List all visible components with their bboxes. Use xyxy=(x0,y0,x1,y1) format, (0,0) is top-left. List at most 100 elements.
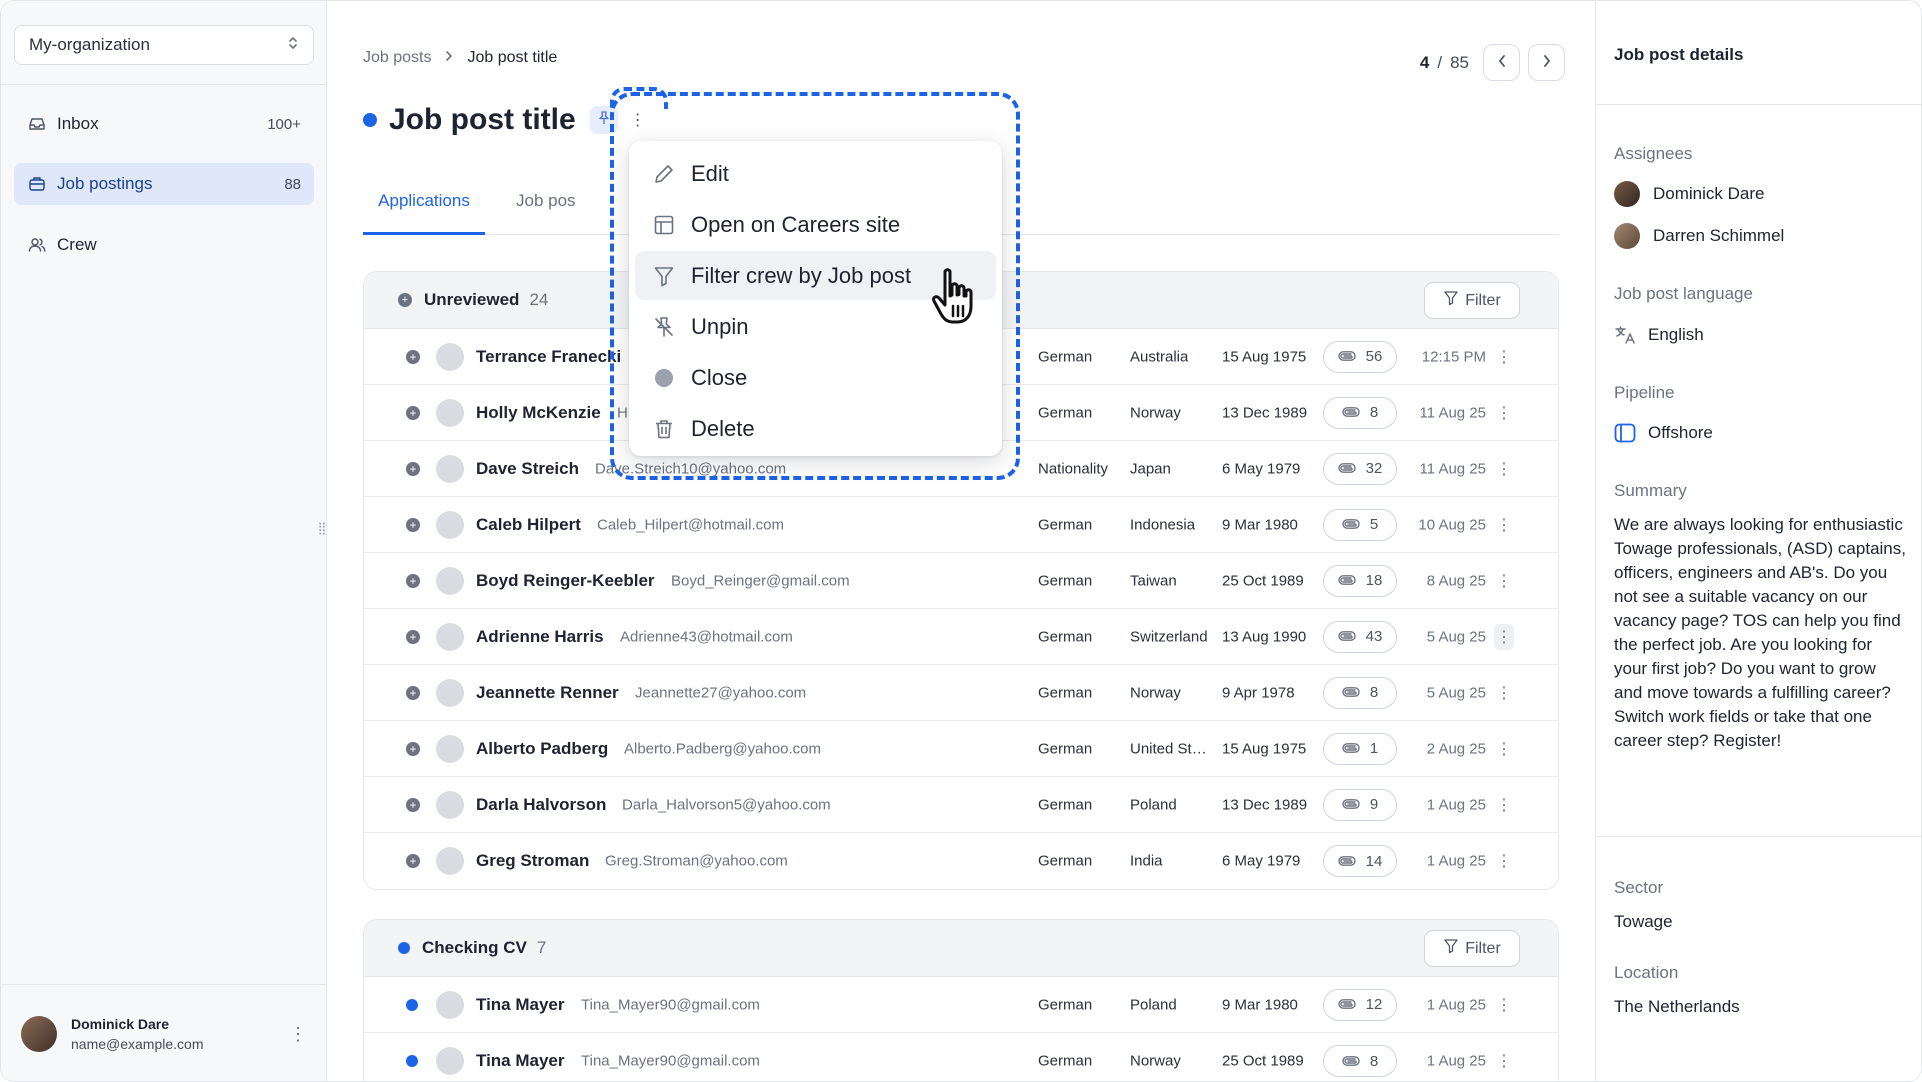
sidebar-item-crew[interactable]: Crew xyxy=(14,224,314,266)
candidate-birthdate: 13 Dec 1989 xyxy=(1222,404,1308,421)
row-menu-icon[interactable]: ⋮ xyxy=(1494,848,1514,874)
candidate-email: Greg.Stroman@yahoo.com xyxy=(605,852,788,870)
candidate-email: Adrienne43@hotmail.com xyxy=(620,628,793,645)
plus-circle-icon[interactable]: + xyxy=(406,517,420,532)
next-button[interactable] xyxy=(1528,44,1565,81)
table-row[interactable]: + Alberto Padberg Alberto.Padberg@yahoo.… xyxy=(364,721,1558,777)
breadcrumb-job-posts[interactable]: Job posts xyxy=(363,49,431,67)
row-menu-icon[interactable]: ⋮ xyxy=(1494,792,1514,818)
pipeline-value[interactable]: Offshore xyxy=(1614,423,1713,443)
sidebar-item-inbox[interactable]: Inbox 100+ xyxy=(14,103,314,145)
row-menu-icon[interactable]: ⋮ xyxy=(1494,344,1514,370)
candidate-birthdate: 13 Aug 1990 xyxy=(1222,628,1307,645)
attachments-badge[interactable]: 32 xyxy=(1323,452,1397,485)
candidate-name: Greg Stroman xyxy=(476,851,590,870)
group-header[interactable]: Checking CV 7 Filter xyxy=(364,920,1558,977)
candidate-birthdate: 9 Mar 1980 xyxy=(1222,996,1298,1013)
assignee-item[interactable]: Dominick Dare xyxy=(1614,181,1764,207)
plus-circle-icon[interactable]: + xyxy=(406,741,420,756)
menu-item-unpin[interactable]: Unpin xyxy=(635,302,996,351)
pager-current: 4 xyxy=(1419,52,1430,72)
paperclip-icon xyxy=(1337,853,1356,870)
candidate-country: Norway xyxy=(1130,684,1181,701)
avatar xyxy=(436,510,464,539)
status-dot xyxy=(363,113,377,127)
filter-icon xyxy=(1443,938,1459,959)
briefcase-icon xyxy=(27,174,47,194)
candidate-nationality: Nationality xyxy=(1038,460,1109,477)
row-menu-icon[interactable]: ⋮ xyxy=(1494,680,1514,706)
attachments-badge[interactable]: 5 xyxy=(1323,508,1397,541)
row-menu-icon[interactable]: ⋮ xyxy=(1494,1048,1514,1074)
summary-label: Summary xyxy=(1614,481,1687,500)
divider xyxy=(1596,836,1921,837)
plus-circle-icon[interactable]: + xyxy=(406,797,420,812)
table-row[interactable]: + Greg Stroman Greg.Stroman@yahoo.com Ge… xyxy=(364,833,1558,889)
resize-handle[interactable]: ⣿ xyxy=(317,521,327,537)
row-menu-icon[interactable]: ⋮ xyxy=(1494,568,1514,594)
attachments-badge[interactable]: 9 xyxy=(1323,788,1397,821)
avatar xyxy=(1614,223,1640,249)
organization-select[interactable]: My-organization xyxy=(14,25,314,65)
candidate-country: Indonesia xyxy=(1130,516,1196,533)
sidebar-item-job-postings[interactable]: Job postings 88 xyxy=(14,163,314,205)
attachments-count: 43 xyxy=(1365,628,1383,645)
filter-button[interactable]: Filter xyxy=(1424,930,1520,967)
plus-circle-icon[interactable]: + xyxy=(406,685,420,700)
attachments-badge[interactable]: 8 xyxy=(1323,676,1397,709)
table-row[interactable]: + Boyd Reinger-Keebler Boyd_Reinger@gmai… xyxy=(364,553,1558,609)
menu-item-filter-crew[interactable]: Filter crew by Job post xyxy=(635,251,996,300)
menu-item-delete[interactable]: Delete xyxy=(635,404,996,453)
table-row[interactable]: Tina Mayer Tina_Mayer90@gmail.com German… xyxy=(364,977,1558,1033)
avatar xyxy=(436,342,464,371)
candidate-nationality: German xyxy=(1038,348,1093,365)
user-menu-icon[interactable]: ⋮ xyxy=(289,1024,307,1045)
menu-item-open-careers-site[interactable]: Open on Careers site xyxy=(635,200,996,249)
chevron-right-icon xyxy=(1542,53,1552,73)
plus-circle-icon[interactable]: + xyxy=(406,854,420,868)
tab-job-post[interactable]: Job pos xyxy=(516,187,576,235)
table-row[interactable]: Tina Mayer Tina_Mayer90@gmail.com German… xyxy=(364,1033,1558,1081)
pager: 4 / 85 xyxy=(1420,44,1565,81)
attachments-badge[interactable]: 12 xyxy=(1323,988,1397,1021)
row-menu-icon[interactable]: ⋮ xyxy=(1494,623,1514,650)
attachments-badge[interactable]: 14 xyxy=(1323,845,1397,877)
attachments-count: 14 xyxy=(1365,852,1383,870)
row-menu-icon[interactable]: ⋮ xyxy=(1494,512,1514,538)
filter-button[interactable]: Filter xyxy=(1424,282,1520,319)
pipeline-icon xyxy=(1614,423,1636,443)
attachments-badge[interactable]: 56 xyxy=(1323,340,1397,373)
menu-item-edit[interactable]: Edit xyxy=(635,149,996,198)
table-row[interactable]: + Darla Halvorson Darla_Halvorson5@yahoo… xyxy=(364,777,1558,833)
tab-applications[interactable]: Applications xyxy=(363,187,485,235)
circle-icon xyxy=(651,365,677,391)
pager-total: 85 xyxy=(1450,52,1469,72)
assignee-item[interactable]: Darren Schimmel xyxy=(1614,223,1784,249)
avatar xyxy=(436,990,464,1019)
row-menu-icon[interactable]: ⋮ xyxy=(1494,736,1514,762)
menu-item-close[interactable]: Close xyxy=(635,353,996,402)
row-menu-icon[interactable]: ⋮ xyxy=(1494,400,1514,426)
attachments-badge[interactable]: 43 xyxy=(1323,620,1397,653)
table-row[interactable]: + Jeannette Renner Jeannette27@yahoo.com… xyxy=(364,665,1558,721)
plus-circle-icon[interactable]: + xyxy=(406,405,420,420)
row-menu-icon[interactable]: ⋮ xyxy=(1494,992,1514,1018)
attachments-badge[interactable]: 1 xyxy=(1323,732,1397,765)
more-options-button[interactable]: ⋮ xyxy=(624,106,652,134)
table-row[interactable]: + Adrienne Harris Adrienne43@hotmail.com… xyxy=(364,609,1558,665)
attachments-badge[interactable]: 8 xyxy=(1323,396,1397,429)
plus-circle-icon[interactable]: + xyxy=(406,461,420,476)
user-profile[interactable]: Dominick Dare name@example.com ⋮ xyxy=(1,984,327,1081)
plus-circle-icon[interactable]: + xyxy=(406,349,420,364)
table-row[interactable]: + Caleb Hilpert Caleb_Hilpert@hotmail.co… xyxy=(364,497,1558,553)
avatar xyxy=(1614,181,1640,207)
breadcrumb: Job posts Job post title xyxy=(363,49,557,67)
pin-button[interactable] xyxy=(589,106,618,134)
plus-circle-icon[interactable]: + xyxy=(406,629,420,644)
plus-circle-icon[interactable]: + xyxy=(406,573,420,588)
attachments-badge[interactable]: 8 xyxy=(1323,1045,1397,1077)
attachments-badge[interactable]: 18 xyxy=(1323,564,1397,597)
application-date: 1 Aug 25 xyxy=(1426,1052,1486,1070)
previous-button[interactable] xyxy=(1483,44,1520,81)
row-menu-icon[interactable]: ⋮ xyxy=(1494,456,1514,482)
